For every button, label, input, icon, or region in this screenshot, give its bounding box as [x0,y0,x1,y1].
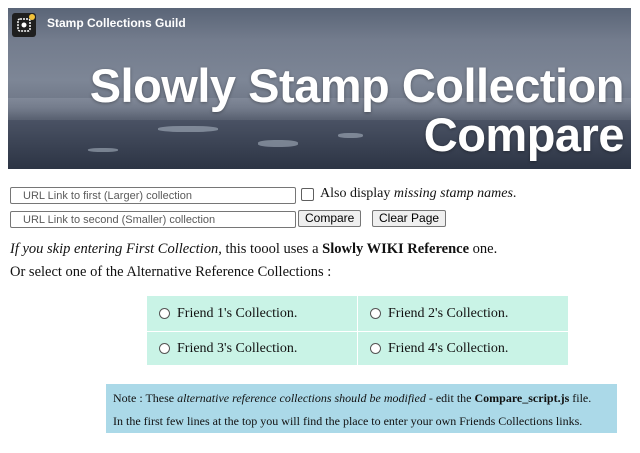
clear-page-button[interactable]: Clear Page [372,210,447,227]
ice-floe [88,148,118,152]
radio-button[interactable] [370,343,381,354]
radio-button[interactable] [159,343,170,354]
compare-button[interactable]: Compare [298,210,362,227]
display-missing-label: Also display missing stamp names. [320,186,517,201]
second-collection-url-input[interactable] [10,211,296,228]
friend-collections-grid: Friend 1's Collection. Friend 2's Collec… [147,296,568,366]
page-title-line2: Compare [423,108,625,161]
notification-dot-icon [29,14,35,20]
alternative-select-text: Or select one of the Alternative Referen… [10,264,332,280]
note-line-2: In the first few lines at the top you wi… [113,414,583,428]
display-missing-checkbox[interactable] [301,187,314,201]
friend-2-option[interactable]: Friend 2's Collection. [358,296,568,331]
radio-button[interactable] [159,308,170,319]
ice-floe [158,126,218,132]
display-missing-option[interactable]: Also display missing stamp names. [301,186,516,202]
ice-floe [338,133,363,138]
friend-4-option[interactable]: Friend 4's Collection. [358,332,568,365]
skip-info-text: If you skip entering First Collection, t… [10,241,498,257]
guild-name[interactable]: Stamp Collections Guild [47,16,186,30]
page-title: Slowly Stamp Collection [89,59,625,112]
friend-1-option[interactable]: Friend 1's Collection. [147,296,357,331]
header-banner: Stamp Collections Guild Slowly Stamp Col… [8,8,631,169]
friend-3-option[interactable]: Friend 3's Collection. [147,332,357,365]
ice-floe [258,140,298,147]
note-box: Note : These alternative reference colle… [106,384,617,433]
first-collection-url-input[interactable] [10,187,296,204]
radio-button[interactable] [370,308,381,319]
guild-logo-icon[interactable] [12,13,36,37]
note-line-1: Note : These alternative reference colle… [113,391,592,405]
